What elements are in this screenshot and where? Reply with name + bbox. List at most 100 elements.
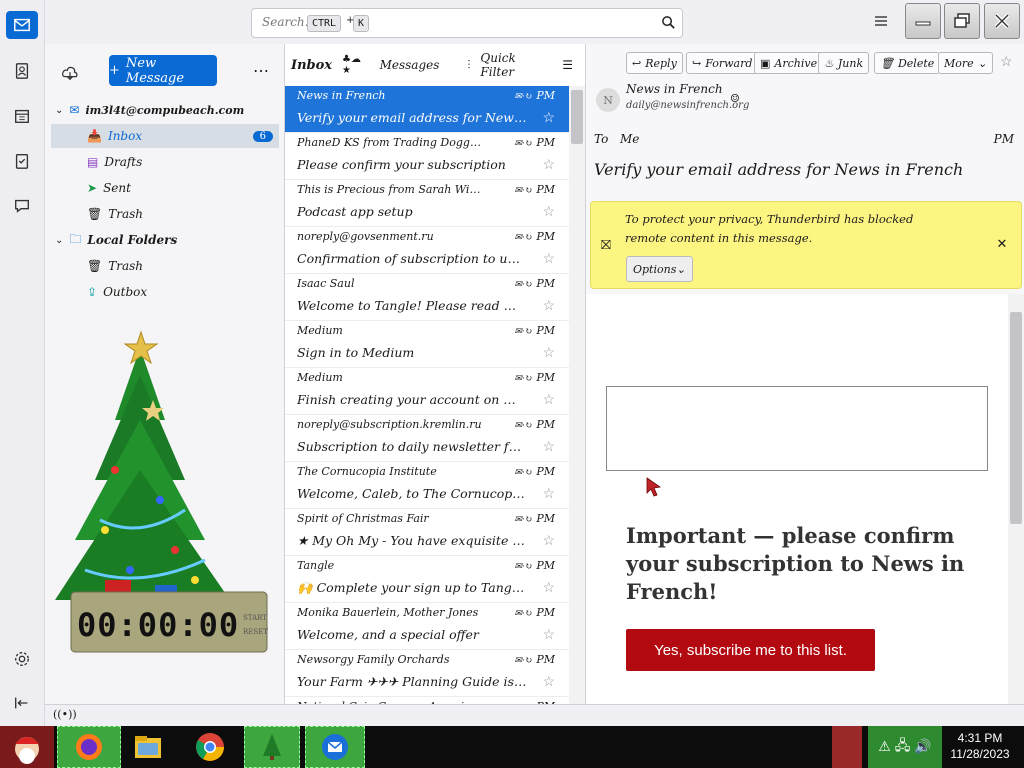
star-icon[interactable]: ☆ — [542, 204, 555, 220]
folder-label: Trash — [108, 207, 144, 221]
spaces-toolbar — [0, 0, 45, 726]
subscribe-confirm-button[interactable]: Yes, subscribe me to this list. — [626, 629, 875, 671]
firefox-taskbar-button[interactable] — [57, 726, 121, 768]
quick-filter-button[interactable]: Quick Filter — [480, 51, 552, 79]
star-icon[interactable]: ☆ — [542, 251, 555, 267]
folder-inbox[interactable]: 📥 Inbox 6 — [51, 124, 279, 148]
message-row[interactable]: noreply@subscription.kremlin.ru ✉·↻ PM Subs… — [285, 415, 569, 462]
star-icon[interactable]: ☆ — [542, 627, 555, 643]
star-icon[interactable]: ☆ — [542, 110, 555, 126]
settings-button[interactable] — [6, 645, 38, 673]
message-time-value: PM — [536, 324, 555, 337]
star-icon[interactable]: ☆ — [542, 298, 555, 314]
network-warning-icon[interactable]: ⚠ — [878, 739, 891, 755]
star-icon[interactable]: ☆ — [542, 533, 555, 549]
tasks-space-button[interactable] — [6, 147, 38, 175]
taskbar-clock[interactable]: 4:31 PM 11/28/2023 — [944, 730, 1016, 762]
forward-button[interactable]: ↪ Forward — [686, 52, 759, 74]
message-row[interactable]: Isaac Saul ✉·↻ PM Welcome to Tangle! Please… — [285, 274, 569, 321]
options-button[interactable]: Options ⌄ — [626, 256, 693, 282]
message-row[interactable]: Medium ✉·↻ PM Finish creating your account … — [285, 368, 569, 415]
message-row[interactable]: National Coin Growers Association✉·↻PM — [285, 697, 569, 704]
sender-name[interactable]: News in French — [626, 82, 723, 96]
search-icon[interactable] — [661, 15, 676, 30]
star-icon[interactable]: ☆ — [542, 345, 555, 361]
volume-icon[interactable]: 🔊 — [914, 739, 931, 755]
restore-icon — [954, 13, 970, 28]
maximize-button[interactable] — [944, 3, 980, 39]
search-box[interactable]: Search… CTRL + K — [251, 8, 683, 38]
chrome-taskbar-button[interactable] — [188, 726, 232, 768]
message-row[interactable]: noreply@govsenment.ru ✉·↻ PM Confirmation o… — [285, 227, 569, 274]
folder-label: Inbox — [107, 129, 143, 143]
message-subject-text: Subscription to daily newsletter from kr… — [297, 439, 527, 454]
connection-status-icon[interactable]: ((•)) — [53, 708, 77, 721]
clock-start-button[interactable]: START — [243, 614, 267, 622]
star-icon[interactable]: ☆ — [542, 439, 555, 455]
body-scrollbar[interactable] — [1008, 294, 1024, 704]
minimize-button[interactable] — [905, 3, 941, 39]
folder-pane-menu-icon[interactable]: ⋯ — [253, 61, 269, 80]
archive-button[interactable]: ▣ Archive — [754, 52, 824, 74]
body-heading: Important — please confirm your subscrip… — [626, 523, 965, 604]
local-folders-row[interactable]: ⌄ 🗀 Local Folders — [55, 228, 279, 252]
account-row[interactable]: ⌄ ✉ im3l4t@compubeach.com — [55, 98, 279, 122]
folder-outbox[interactable]: ⇪ Outbox — [51, 280, 279, 304]
message-row[interactable]: This is Precious from Sarah Wilson ✉·↻ PM P… — [285, 180, 569, 227]
new-message-button[interactable]: + New Message — [109, 55, 217, 86]
close-notice-button[interactable]: ✕ — [991, 233, 1013, 255]
thunderbird-taskbar-button[interactable] — [305, 726, 365, 768]
star-icon[interactable]: ☆ — [542, 674, 555, 690]
message-row[interactable]: News in French ✉·↻ PM Verify your email add… — [285, 86, 569, 133]
chat-space-button[interactable] — [6, 192, 38, 220]
star-icon[interactable]: ☆ — [542, 157, 555, 173]
message-subject-text: Podcast app setup — [297, 204, 413, 219]
file-explorer-taskbar-button[interactable] — [126, 726, 170, 768]
list-options-icon[interactable]: ☰ — [562, 58, 573, 72]
get-messages-icon[interactable] — [61, 64, 79, 82]
tree-taskbar-button[interactable] — [244, 726, 300, 768]
message-list-scrollbar[interactable] — [569, 86, 585, 704]
address-book-space-button[interactable] — [6, 57, 38, 85]
message-row[interactable]: Medium ✉·↻ PM Sign in to Medium ☆ — [285, 321, 569, 368]
message-row[interactable]: Spirit of Christmas Fair ✉·↻ PM ★ My Oh My -… — [285, 509, 569, 556]
star-icon[interactable]: ☆ — [542, 486, 555, 502]
folder-trash[interactable]: 🗑 Trash — [51, 202, 279, 226]
message-time: ✉·↻PM — [514, 136, 555, 149]
chat-icon — [15, 199, 29, 213]
message-row[interactable]: Newsorgy Family Orchards ✉·↻ PM Your Farm ✈… — [285, 650, 569, 697]
star-icon[interactable]: ☆ — [542, 392, 555, 408]
chevron-down-icon: ⌄ — [977, 56, 987, 70]
collapse-spaces-button[interactable] — [6, 689, 38, 717]
tray-widget[interactable] — [832, 726, 862, 768]
star-icon[interactable]: ☆ — [542, 580, 555, 596]
calendar-space-button[interactable] — [6, 102, 38, 130]
clock-reset-button[interactable]: RESET — [243, 628, 268, 636]
message-row[interactable]: Tangle ✉·↻ PM 🙌 Complete your sign up to Tan… — [285, 556, 569, 603]
app-menu-button[interactable] — [873, 13, 889, 29]
message-time: ✉·↻PM — [514, 371, 555, 384]
close-button[interactable] — [984, 3, 1020, 39]
status-icons: ✉·↻ — [514, 515, 533, 525]
more-button[interactable]: More ⌄ — [938, 52, 993, 74]
start-button[interactable] — [0, 726, 54, 768]
network-icon[interactable]: 🖧 — [895, 735, 911, 759]
forward-icon: ↪ — [692, 56, 702, 70]
recipient[interactable]: Me — [620, 132, 639, 146]
scrollbar-thumb[interactable] — [571, 90, 583, 144]
folder-drafts[interactable]: ▤ Drafts — [51, 150, 279, 174]
folder-sent[interactable]: ➤ Sent — [51, 176, 279, 200]
message-time-value: PM — [536, 89, 555, 102]
delete-button[interactable]: 🗑 Delete — [874, 52, 941, 74]
message-row[interactable]: PhaneD KS from Trading Doggy Style✉·↻PMP… — [285, 133, 569, 180]
mail-space-button[interactable] — [6, 11, 38, 39]
star-icon[interactable]: ☆ — [1000, 54, 1013, 70]
message-row[interactable]: The Cornucopia Institute ✉·↻ PM Welcome, Ca… — [285, 462, 569, 509]
message-row[interactable]: Monika Bauerlein, Mother Jones ✉·↻ PM Welco… — [285, 603, 569, 650]
folder-local-trash[interactable]: 🗑 Trash — [51, 254, 279, 278]
scrollbar-thumb[interactable] — [1010, 312, 1022, 524]
status-bar: ((•)) — [45, 704, 1024, 727]
junk-button[interactable]: ♨ Junk — [818, 52, 870, 74]
reply-button[interactable]: ↩ Reply — [626, 52, 683, 74]
contact-icon[interactable]: ☺ — [730, 92, 740, 105]
